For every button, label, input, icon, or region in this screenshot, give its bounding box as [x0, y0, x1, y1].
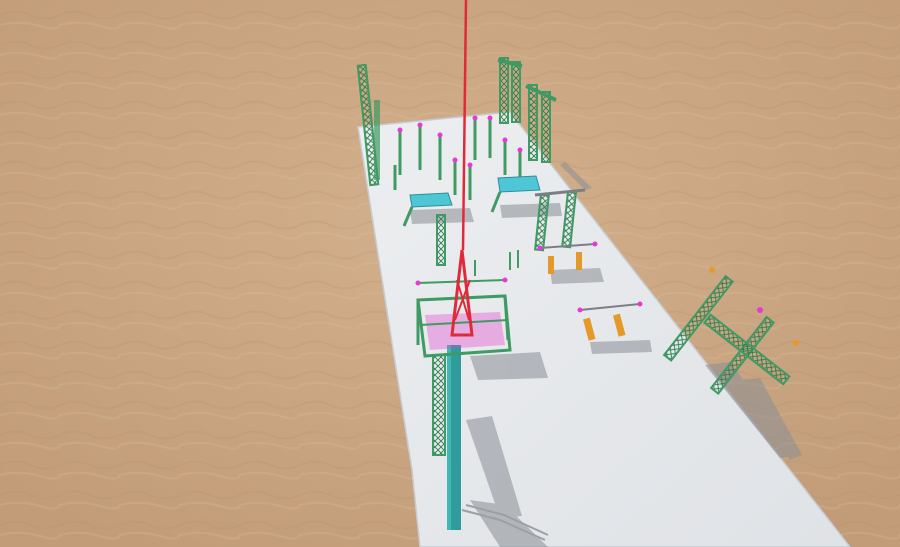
substation-scene: [0, 0, 900, 547]
